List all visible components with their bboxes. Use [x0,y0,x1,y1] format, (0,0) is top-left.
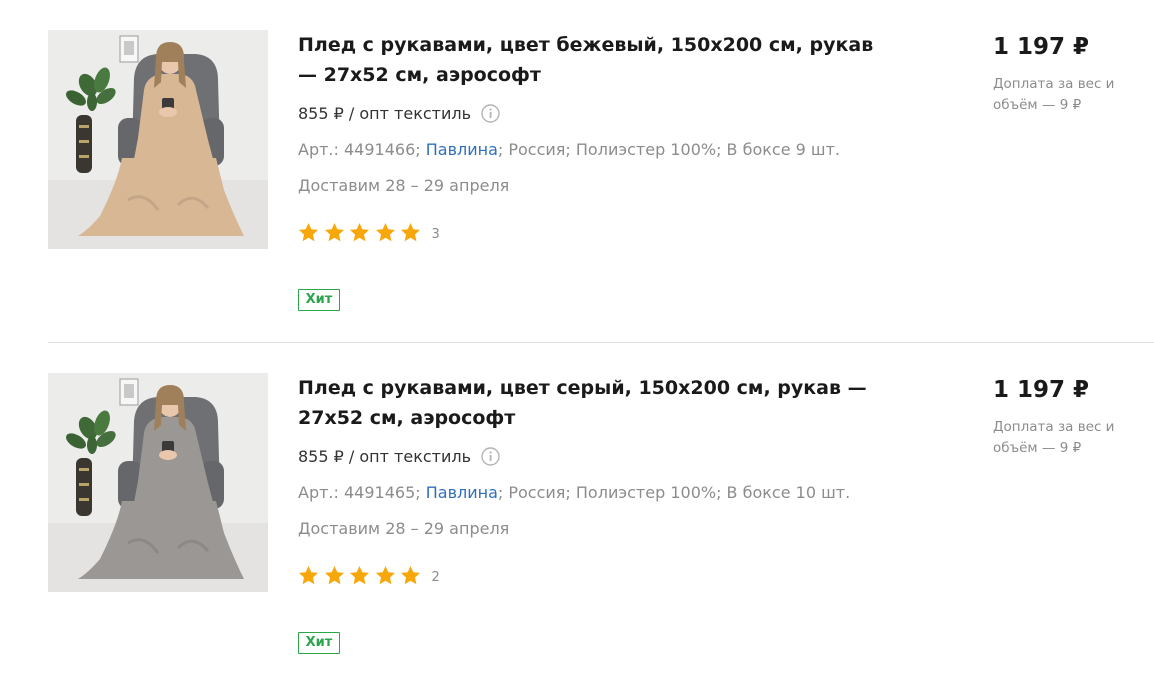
article-number: Арт.: 4491466; [298,140,421,159]
info-icon[interactable] [481,103,500,123]
surcharge-note: Доплата за вес и объём — 9 ₽ [993,419,1115,456]
product-image[interactable] [48,373,268,592]
article-number: Арт.: 4491465; [298,483,421,502]
wholesale-price-row: 855 ₽ / опт текстиль [298,444,500,468]
product-photo [48,373,268,592]
info-icon[interactable] [481,446,500,466]
wholesale-price: 855 ₽ / опт текстиль [298,103,472,123]
star-icon [375,565,396,586]
product-title[interactable]: Плед с рукавами, цвет серый, 150х200 см,… [298,373,888,433]
wholesale-price-row: 855 ₽ / опт текстиль [298,101,500,125]
rating[interactable]: 2 [298,565,440,589]
product-photo [48,30,268,249]
product-card: Плед с рукавами, цвет серый, 150х200 см,… [0,343,1154,684]
specs-details: ; Россия; Полиэстер 100%; В боксе 10 шт. [497,483,851,502]
hit-badge: Хит [298,632,340,654]
star-icon [400,222,421,243]
rating-stars [298,222,426,247]
price: 1 197 ₽ [993,377,1090,403]
delivery-date: Доставим 28 – 29 апреля [298,176,510,195]
star-icon [298,222,319,243]
price: 1 197 ₽ [993,34,1090,60]
specs-details: ; Россия; Полиэстер 100%; В боксе 9 шт. [497,140,840,159]
product-specs: Арт.: 4491465; Павлина; Россия; Полиэсте… [298,481,850,505]
wholesale-price: 855 ₽ / опт текстиль [298,446,472,466]
star-icon [375,222,396,243]
star-icon [324,222,345,243]
brand-link[interactable]: Павлина [426,483,498,502]
brand-link[interactable]: Павлина [426,140,498,159]
product-specs: Арт.: 4491466; Павлина; Россия; Полиэсте… [298,138,840,162]
star-icon [349,222,370,243]
star-icon [324,565,345,586]
star-icon [400,565,421,586]
product-list: Плед с рукавами, цвет бежевый, 150х200 с… [0,0,1154,684]
star-icon [349,565,370,586]
rating-stars [298,565,426,590]
rating[interactable]: 3 [298,222,440,246]
reviews-count: 3 [431,226,440,242]
product-image[interactable] [48,30,268,249]
surcharge-note: Доплата за вес и объём — 9 ₽ [993,76,1115,113]
hit-badge: Хит [298,289,340,311]
star-icon [298,565,319,586]
reviews-count: 2 [431,569,440,585]
product-title[interactable]: Плед с рукавами, цвет бежевый, 150х200 с… [298,30,888,90]
delivery-date: Доставим 28 – 29 апреля [298,519,510,538]
product-card: Плед с рукавами, цвет бежевый, 150х200 с… [0,0,1154,343]
